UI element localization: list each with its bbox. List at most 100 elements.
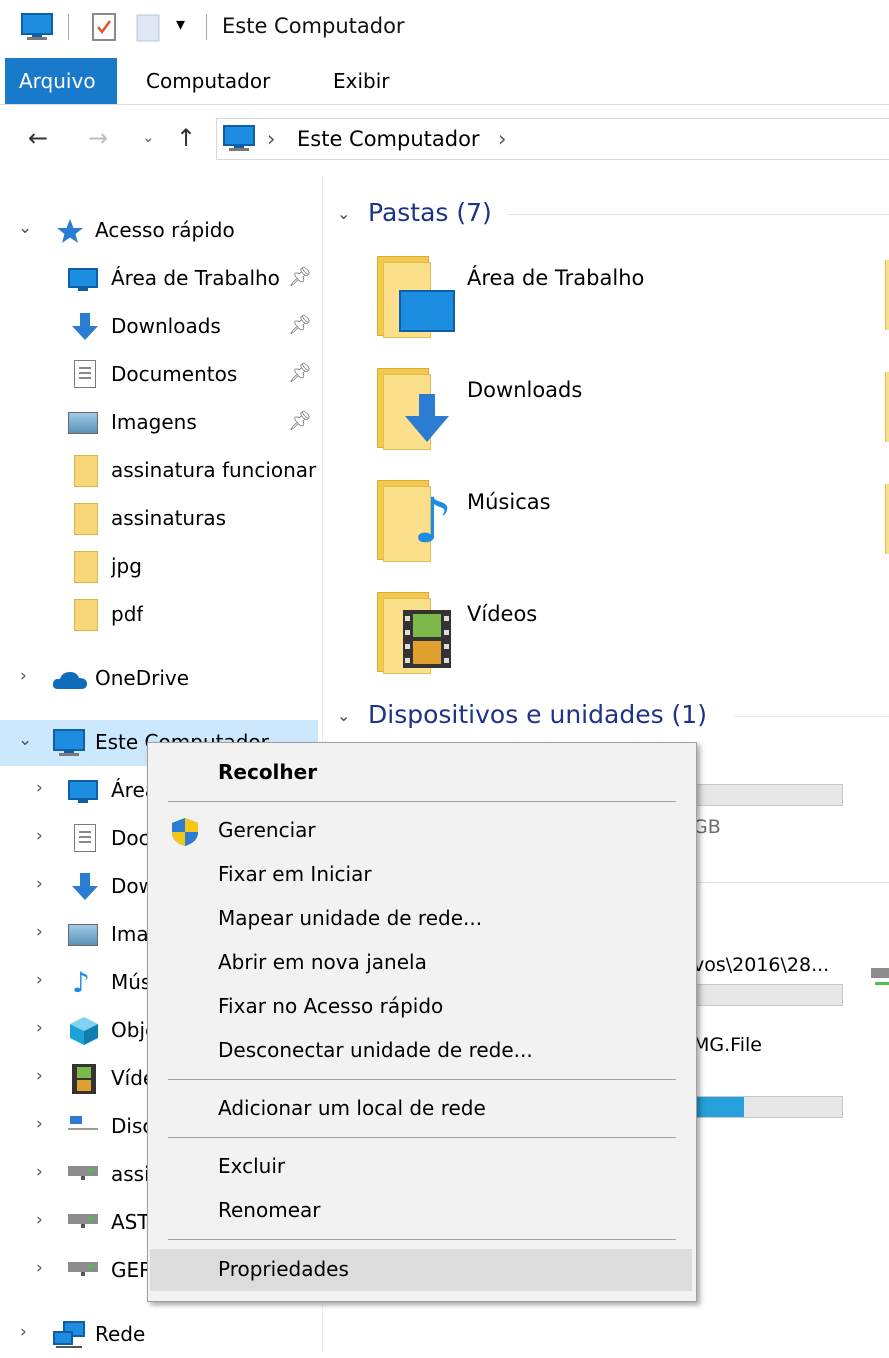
- sidebar-item-label: OneDrive: [95, 666, 190, 690]
- network-file-label[interactable]: MG.File: [693, 1034, 762, 1056]
- sidebar-item-onedrive[interactable]: › OneDrive: [0, 656, 318, 702]
- sidebar-item-acesso-rapido[interactable]: ⌄ Acesso rápido: [0, 208, 318, 254]
- forward-arrow-icon[interactable]: →: [88, 124, 108, 152]
- sidebar-item-assinatura-funcionarios[interactable]: assinatura funcionarios: [0, 448, 318, 494]
- computer-icon: [223, 125, 255, 151]
- chevron-right-icon[interactable]: ›: [20, 1322, 27, 1342]
- chevron-right-icon[interactable]: ›: [36, 922, 43, 942]
- menu-item-label: Fixar no Acesso rápido: [218, 994, 444, 1018]
- sidebar-item-assinaturas[interactable]: assinaturas: [0, 496, 318, 542]
- toolbar-separator: [68, 14, 69, 40]
- folder-label: Downloads: [467, 378, 583, 402]
- window-title: Este Computador: [222, 14, 405, 38]
- customize-toolbar-icon[interactable]: ▾: [176, 14, 185, 35]
- sidebar-item-label: Área de Trabalho: [111, 266, 280, 290]
- folder-label: Vídeos: [467, 602, 538, 626]
- back-arrow-icon[interactable]: ←: [28, 124, 48, 152]
- onedrive-cloud-icon: [52, 672, 87, 689]
- sidebar-item-pdf[interactable]: pdf: [0, 592, 318, 638]
- chevron-right-icon[interactable]: ›: [36, 970, 43, 990]
- network-drive-icon: [68, 1166, 98, 1180]
- menu-item-label: Renomear: [218, 1198, 321, 1222]
- folder-icon[interactable]: [885, 372, 889, 442]
- menu-item-desconectar-unidade-de-rede[interactable]: Desconectar unidade de rede...: [148, 1031, 696, 1071]
- chevron-right-icon[interactable]: ›: [36, 1210, 43, 1230]
- folder-item-musicas[interactable]: ♪ Músicas: [373, 480, 843, 570]
- folder-item-downloads[interactable]: Downloads: [373, 368, 843, 458]
- collapse-group-chevron-icon[interactable]: ⌄: [337, 706, 350, 725]
- pin-icon[interactable]: 📌︎: [288, 265, 312, 288]
- chevron-right-icon[interactable]: ›: [36, 1018, 43, 1038]
- computer-icon[interactable]: [20, 12, 54, 42]
- sidebar-item-label: Imagens: [111, 410, 197, 434]
- chevron-right-icon[interactable]: ›: [36, 874, 43, 894]
- sidebar-item-downloads[interactable]: Downloads 📌︎: [0, 304, 318, 350]
- chevron-down-icon[interactable]: ⌄: [18, 730, 32, 750]
- network-icon: [53, 1321, 85, 1348]
- recent-locations-chevron-icon[interactable]: ⌄: [142, 128, 155, 146]
- menu-item-mapear-unidade-de-rede[interactable]: Mapear unidade de rede...: [148, 899, 696, 939]
- sidebar-item-label: Rede: [95, 1322, 146, 1346]
- folder-icon: [74, 599, 98, 631]
- network-drive-icon[interactable]: [871, 962, 889, 992]
- menu-item-gerenciar[interactable]: Gerenciar: [148, 811, 696, 851]
- group-header-dispositivos[interactable]: Dispositivos e unidades (1): [368, 700, 707, 729]
- star-icon: [57, 219, 83, 243]
- local-disk-icon: [68, 1116, 98, 1130]
- properties-icon[interactable]: [90, 12, 118, 42]
- tab-arquivo[interactable]: Arquivo: [5, 58, 117, 104]
- drive-usage-bar: [683, 784, 843, 806]
- videos-folder-icon: [377, 592, 453, 674]
- folder-icon[interactable]: [885, 484, 889, 554]
- pin-icon[interactable]: 📌︎: [288, 409, 312, 432]
- desktop-icon: [68, 780, 98, 803]
- sidebar-item-rede[interactable]: › Rede: [0, 1312, 318, 1358]
- new-folder-icon[interactable]: [134, 12, 162, 42]
- chevron-right-icon[interactable]: ›: [36, 826, 43, 846]
- group-header-pastas[interactable]: Pastas (7): [368, 198, 492, 227]
- menu-separator: [168, 801, 676, 802]
- breadcrumb-este-computador[interactable]: Este Computador: [297, 127, 480, 151]
- menu-item-label: Fixar em Iniciar: [218, 862, 372, 886]
- pictures-icon: [68, 412, 98, 434]
- up-arrow-icon[interactable]: ↑: [176, 124, 196, 152]
- menu-item-label: Excluir: [218, 1154, 286, 1178]
- network-drive-icon: [68, 1214, 98, 1228]
- tab-computador[interactable]: Computador: [132, 58, 284, 104]
- collapse-group-chevron-icon[interactable]: ⌄: [337, 204, 350, 223]
- folder-icon[interactable]: [885, 260, 889, 330]
- menu-item-propriedades[interactable]: Propriedades: [150, 1249, 692, 1291]
- pin-icon[interactable]: 📌︎: [288, 361, 312, 384]
- menu-item-abrir-em-nova-janela[interactable]: Abrir em nova janela: [148, 943, 696, 983]
- folder-item-area-de-trabalho[interactable]: Área de Trabalho: [373, 256, 843, 346]
- chevron-right-icon[interactable]: ›: [36, 1114, 43, 1134]
- menu-item-renomear[interactable]: Renomear: [148, 1191, 696, 1231]
- menu-item-label: Propriedades: [218, 1257, 349, 1281]
- menu-item-label: Mapear unidade de rede...: [218, 906, 483, 930]
- menu-item-excluir[interactable]: Excluir: [148, 1147, 696, 1187]
- uac-shield-icon: [172, 818, 198, 846]
- chevron-right-icon[interactable]: ›: [36, 1258, 43, 1278]
- tab-exibir[interactable]: Exibir: [319, 58, 404, 104]
- pin-icon[interactable]: 📌︎: [288, 313, 312, 336]
- menu-item-adicionar-local-de-rede[interactable]: Adicionar um local de rede: [148, 1089, 696, 1129]
- chevron-right-icon[interactable]: ›: [36, 1066, 43, 1086]
- breadcrumb-separator[interactable]: ›: [498, 127, 506, 151]
- sidebar-item-jpg[interactable]: jpg: [0, 544, 318, 590]
- chevron-down-icon[interactable]: ⌄: [18, 218, 32, 238]
- menu-item-recolher[interactable]: Recolher: [148, 753, 696, 793]
- sidebar-item-area-de-trabalho[interactable]: Área de Trabalho 📌︎: [0, 256, 318, 302]
- chevron-right-icon[interactable]: ›: [20, 666, 27, 686]
- download-icon: [72, 873, 98, 900]
- sidebar-item-label: assinaturas: [111, 506, 226, 530]
- group-divider: [735, 716, 889, 717]
- menu-item-fixar-em-iniciar[interactable]: Fixar em Iniciar: [148, 855, 696, 895]
- folder-item-videos[interactable]: Vídeos: [373, 592, 843, 682]
- chevron-right-icon[interactable]: ›: [36, 778, 43, 798]
- menu-item-fixar-no-acesso-rapido[interactable]: Fixar no Acesso rápido: [148, 987, 696, 1027]
- sidebar-item-imagens[interactable]: Imagens 📌︎: [0, 400, 318, 446]
- sidebar-item-documentos[interactable]: Documentos 📌︎: [0, 352, 318, 398]
- chevron-right-icon[interactable]: ›: [36, 1162, 43, 1182]
- network-location-path[interactable]: vos\2016\28...: [693, 954, 829, 976]
- address-bar[interactable]: › Este Computador ›: [216, 118, 889, 160]
